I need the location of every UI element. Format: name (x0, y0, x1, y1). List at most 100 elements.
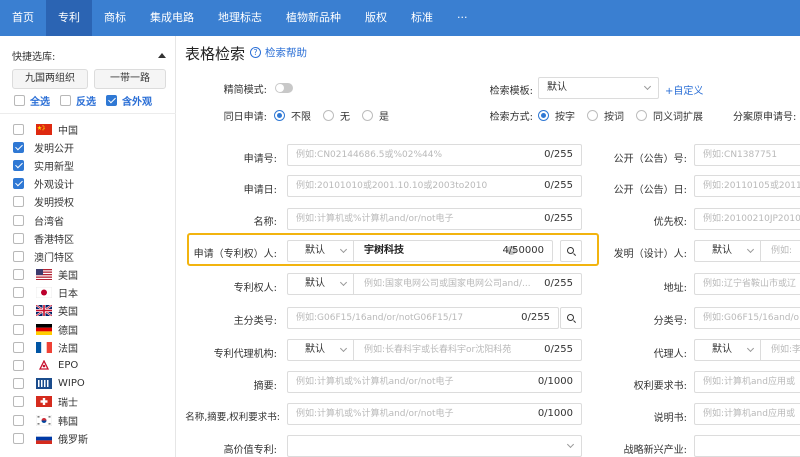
region-invention-grant[interactable]: 发明授权 (13, 193, 88, 211)
same-day-option-none[interactable]: 无 (323, 108, 350, 123)
region-checkbox[interactable] (13, 250, 24, 262)
region-checkbox[interactable] (13, 287, 24, 299)
region-checkbox[interactable] (13, 360, 24, 372)
agent-input[interactable]: 默认 例如:李 (694, 339, 800, 361)
region-checkbox[interactable] (13, 305, 24, 317)
region-checkbox[interactable] (13, 378, 24, 390)
emerging-industry-select[interactable] (694, 435, 800, 457)
inventor-mode-select[interactable]: 默认 (695, 241, 761, 261)
title-input[interactable]: 例如:计算机或%计算机and/or/not电子 0/255 (287, 208, 582, 230)
nav-item-patent[interactable]: 专利 (46, 0, 92, 36)
nav-item-copyright[interactable]: 版权 (353, 0, 399, 36)
region-utility[interactable]: 实用新型 (13, 156, 88, 174)
placeholder: 例如:辽宁省鞍山市或辽 (703, 279, 797, 289)
region-wipo[interactable]: WIPO (13, 375, 88, 393)
publication-date-input[interactable]: 例如:20110105或2011.0 (694, 175, 800, 197)
nav-item-plant[interactable]: 植物新品种 (274, 0, 353, 36)
collapse-caret-icon[interactable] (158, 53, 166, 58)
region-checkbox[interactable] (13, 341, 24, 353)
radio[interactable] (323, 110, 334, 121)
region-epo[interactable]: EPO (13, 356, 88, 374)
abstract-input[interactable]: 例如:计算机或%计算机and/or/not电子 0/1000 (287, 371, 582, 393)
applicant-search-button[interactable] (560, 240, 582, 262)
region-checkbox[interactable] (13, 396, 24, 408)
region-design[interactable]: 外观设计 (13, 175, 88, 193)
nav-item-more[interactable]: ··· (445, 0, 480, 36)
method-option-char[interactable]: 按字 (538, 108, 575, 123)
agent-mode-select[interactable]: 默认 (695, 340, 761, 360)
include-design-checkbox[interactable] (106, 95, 117, 106)
claims-input[interactable]: 例如:计算机and应用或 (694, 371, 800, 393)
region-checkbox[interactable] (13, 141, 24, 153)
address-input[interactable]: 例如:辽宁省鞍山市或辽 (694, 273, 800, 295)
applicant-mode-select[interactable]: 默认 (288, 241, 354, 261)
region-checkbox[interactable] (13, 323, 24, 335)
same-day-option-any[interactable]: 不限 (274, 108, 311, 123)
quick-button-nine-countries[interactable]: 九国两组织 (12, 69, 88, 89)
region-checkbox[interactable] (13, 159, 24, 171)
nav-item-ic[interactable]: 集成电路 (138, 0, 206, 36)
high-value-select[interactable] (287, 435, 582, 457)
agency-mode-select[interactable]: 默认 (288, 340, 354, 360)
region-checkbox[interactable] (13, 196, 24, 208)
region-taiwan[interactable]: 台湾省 (13, 211, 88, 229)
region-checkbox[interactable] (13, 232, 24, 244)
region-ch[interactable]: 瑞士 (13, 393, 88, 411)
region-checkbox[interactable] (13, 269, 24, 281)
region-fr[interactable]: 法国 (13, 338, 88, 356)
radio[interactable] (587, 110, 598, 121)
invert-checkbox[interactable] (60, 95, 71, 106)
main-ipc-search-button[interactable] (560, 307, 582, 329)
region-checkbox[interactable] (13, 214, 24, 226)
include-design[interactable]: 含外观 (106, 93, 152, 108)
region-uk[interactable]: 英国 (13, 302, 88, 320)
region-checkbox[interactable] (13, 432, 24, 444)
nav-item-standard[interactable]: 标准 (399, 0, 445, 36)
inventor-input[interactable]: 默认 例如: (694, 240, 800, 262)
region-invention-pub[interactable]: 发明公开 (13, 138, 88, 156)
same-day-option-yes[interactable]: 是 (362, 108, 389, 123)
region-checkbox[interactable] (13, 123, 24, 135)
region-us[interactable]: 美国 (13, 266, 88, 284)
nav-item-geo[interactable]: 地理标志 (206, 0, 274, 36)
radio-selected[interactable] (538, 110, 549, 121)
region-label: 香港特区 (34, 234, 74, 246)
region-checkbox[interactable] (13, 178, 24, 190)
add-custom-link[interactable]: +自定义 (665, 82, 703, 97)
description-input[interactable]: 例如:计算机and应用或 (694, 403, 800, 425)
priority-input[interactable]: 例如:20100210JP2010- (694, 208, 800, 230)
select-all[interactable]: 全选 (14, 93, 50, 108)
help-link[interactable]: ? 检索帮助 (250, 45, 307, 60)
radio[interactable] (362, 110, 373, 121)
nav-item-home[interactable]: 首页 (0, 0, 46, 36)
region-ru[interactable]: 俄罗斯 (13, 429, 88, 447)
patentee-input[interactable]: 默认 例如:国家电网公司或国家电网公司and/... 0/255 (287, 273, 582, 295)
region-de[interactable]: 德国 (13, 320, 88, 338)
method-option-synonym[interactable]: 同义词扩展 (636, 108, 703, 123)
invert-select[interactable]: 反选 (60, 93, 96, 108)
region-hongkong[interactable]: 香港特区 (13, 229, 88, 247)
region-checkbox[interactable] (13, 414, 24, 426)
region-jp[interactable]: 日本 (13, 284, 88, 302)
select-all-checkbox[interactable] (14, 95, 25, 106)
radio-selected[interactable] (274, 110, 285, 121)
application-date-input[interactable]: 例如:20101010或2001.10.10或2003to2010 0/255 (287, 175, 582, 197)
title-abstract-claims-input[interactable]: 例如:计算机或%计算机and/or/not电子 0/1000 (287, 403, 582, 425)
applicant-input[interactable]: 默认 宇树科技 × 4/50000 (287, 240, 553, 262)
main-ipc-input[interactable]: 例如:G06F15/16and/or/notG06F15/17 0/255 (287, 307, 559, 329)
agency-input[interactable]: 默认 例如:长春科宇或长春科宇or沈阳科苑 0/255 (287, 339, 582, 361)
classification-input[interactable]: 例如:G06F15/16and/o (694, 307, 800, 329)
template-select[interactable]: 默认 (538, 77, 659, 99)
publication-number-input[interactable]: 例如:CN1387751 (694, 144, 800, 166)
region-cn[interactable]: 中国 (13, 120, 88, 138)
nav-item-trademark[interactable]: 商标 (92, 0, 138, 36)
region-label: EPO (58, 360, 79, 372)
application-number-input[interactable]: 例如:CN02144686.5或%02%44% 0/255 (287, 144, 582, 166)
patentee-mode-select[interactable]: 默认 (288, 274, 354, 294)
quick-button-belt-road[interactable]: 一带一路 (94, 69, 166, 89)
region-kr[interactable]: 韩国 (13, 411, 88, 429)
method-option-word[interactable]: 按词 (587, 108, 624, 123)
simple-mode-toggle[interactable] (275, 83, 293, 93)
radio[interactable] (636, 110, 647, 121)
region-macau[interactable]: 澳门特区 (13, 247, 88, 265)
